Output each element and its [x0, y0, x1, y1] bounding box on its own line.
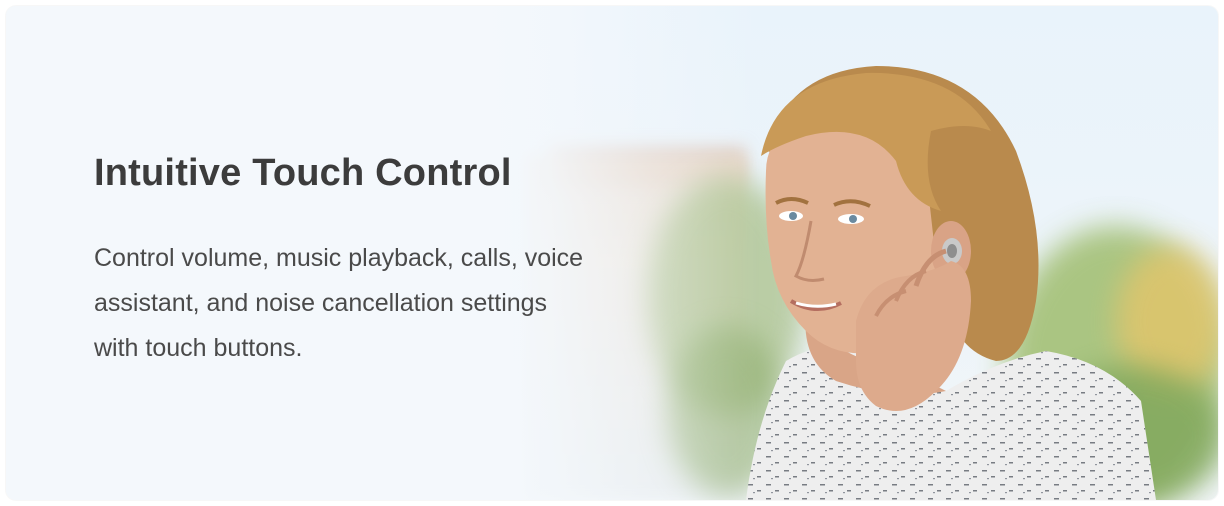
feature-description: Control volume, music playback, calls, v…	[94, 244, 584, 362]
person-touching-earbud-image	[746, 61, 1166, 500]
feature-headline: Intuitive Touch Control	[94, 152, 512, 194]
feature-banner: Intuitive Touch Control Control volume, …	[6, 6, 1218, 500]
